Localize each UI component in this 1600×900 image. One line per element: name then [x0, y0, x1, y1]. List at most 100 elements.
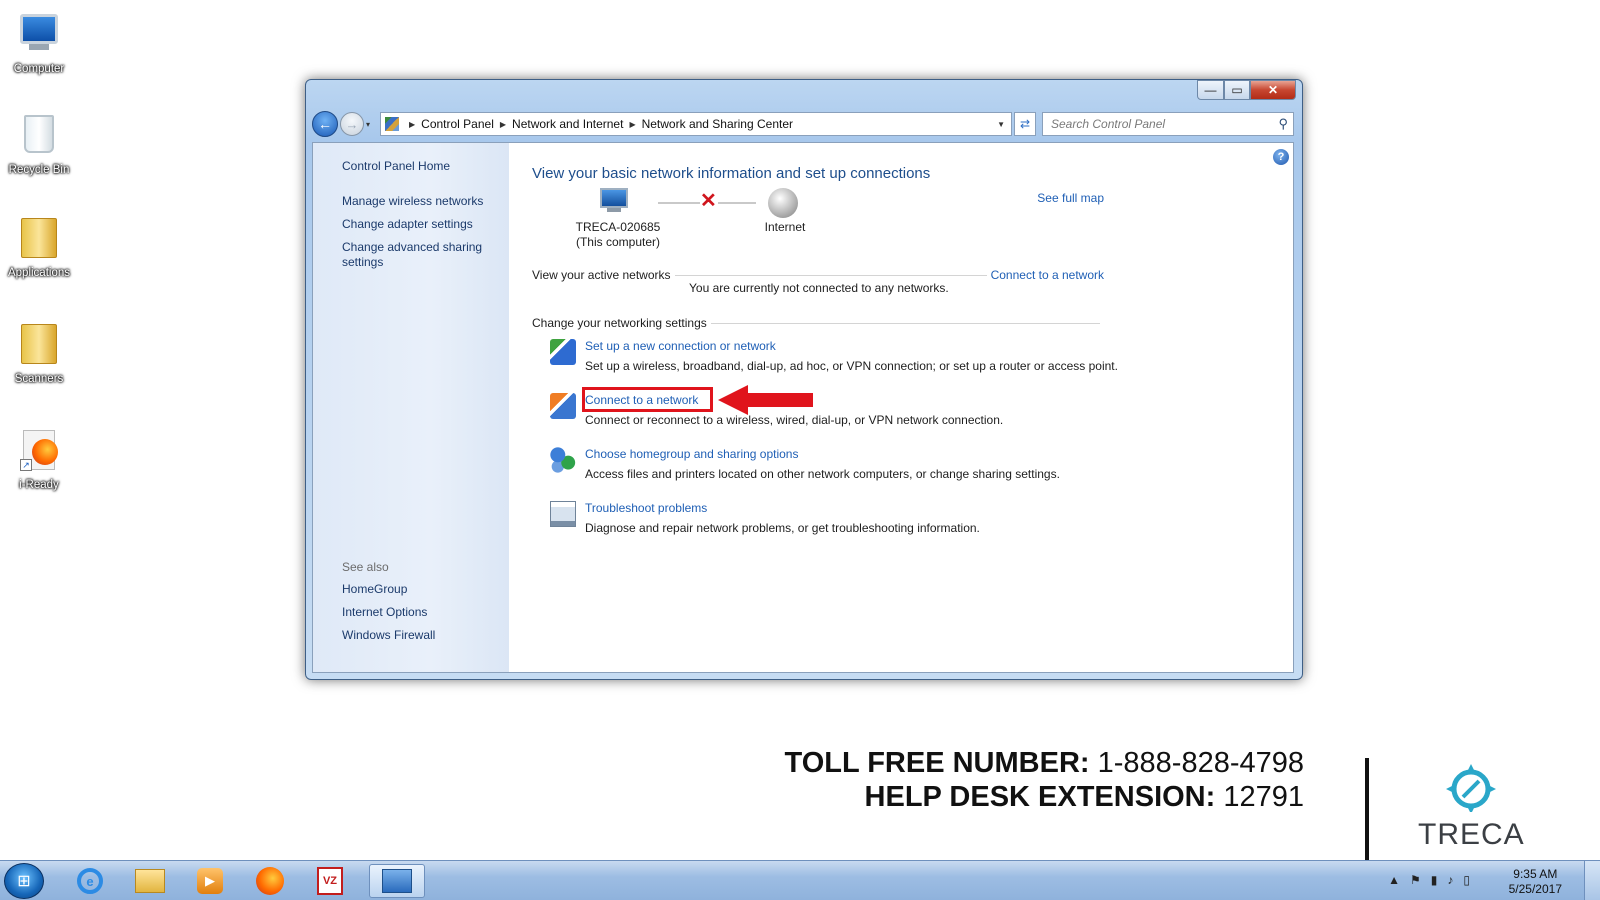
- connect-network-icon: [550, 393, 576, 419]
- homegroup-link[interactable]: Choose homegroup and sharing options: [585, 447, 798, 461]
- back-button[interactable]: ←: [312, 111, 338, 137]
- chevron-right-icon[interactable]: ▶: [409, 120, 415, 129]
- task-setup-connection: Set up a new connection or network Set u…: [550, 339, 1118, 377]
- content-pane: Control Panel Home Manage wireless netwo…: [312, 142, 1294, 673]
- connect-to-network-link[interactable]: Connect to a network: [991, 268, 1104, 282]
- sidebar-item-internet-options[interactable]: Internet Options: [342, 605, 435, 620]
- window-controls: — ▭ ✕: [1197, 80, 1296, 100]
- troubleshoot-link[interactable]: Troubleshoot problems: [585, 501, 707, 515]
- sidebar-item-homegroup[interactable]: HomeGroup: [342, 582, 435, 597]
- change-settings-section: Change your networking settings: [532, 316, 1104, 330]
- control-panel-icon: [382, 869, 412, 893]
- volume-icon[interactable]: ♪: [1447, 873, 1453, 887]
- search-icon[interactable]: ⚲: [1278, 116, 1288, 132]
- task-description: Connect or reconnect to a wireless, wire…: [585, 413, 1004, 427]
- toll-free-line: TOLL FREE NUMBER: 1-888-828-4798: [785, 746, 1305, 780]
- address-dropdown-icon[interactable]: ▼: [997, 120, 1005, 129]
- file-explorer-icon: [135, 869, 165, 893]
- divider: [710, 322, 1100, 324]
- breadcrumb-control-panel[interactable]: Control Panel: [421, 117, 494, 131]
- recent-pages-dropdown[interactable]: ▾: [366, 120, 378, 129]
- toll-free-label: TOLL FREE NUMBER:: [784, 747, 1090, 779]
- control-panel-icon: [385, 117, 399, 131]
- clock[interactable]: 9:35 AM 5/25/2017: [1509, 867, 1562, 897]
- red-arrow-annotation: [718, 385, 813, 415]
- chevron-right-icon[interactable]: ▶: [629, 120, 635, 129]
- disconnected-x-icon: ✕: [700, 190, 717, 212]
- help-desk-extension: 12791: [1223, 781, 1304, 813]
- address-bar[interactable]: ▶ Control Panel ▶ Network and Internet ▶…: [380, 112, 1012, 136]
- start-button[interactable]: ⊞: [4, 863, 44, 899]
- recycle-bin-icon: [17, 115, 61, 159]
- show-desktop-button[interactable]: [1584, 861, 1600, 900]
- folder-icon: [17, 324, 61, 368]
- taskbar-firefox[interactable]: [242, 864, 298, 898]
- active-networks-heading: View your active networks: [532, 268, 671, 282]
- close-button[interactable]: ✕: [1250, 80, 1296, 100]
- network-map: TRECA-020685 (This computer) ✕ Internet: [570, 188, 830, 254]
- highlight-box: [582, 387, 713, 412]
- toll-free-number: 1-888-828-4798: [1097, 747, 1304, 779]
- sidebar-item-manage-wireless[interactable]: Manage wireless networks: [342, 194, 502, 209]
- forward-button[interactable]: →: [340, 112, 364, 136]
- desktop-icon-computer[interactable]: Computer: [4, 10, 74, 76]
- taskbar-internet-explorer[interactable]: e: [62, 864, 118, 898]
- taskbar-control-panel[interactable]: [369, 864, 425, 898]
- app-icon: VZ: [317, 867, 343, 895]
- show-hidden-icons-icon[interactable]: ▲: [1388, 873, 1400, 887]
- sidebar-item-windows-firewall[interactable]: Windows Firewall: [342, 628, 435, 643]
- treca-compass-logo-icon: [1446, 764, 1496, 812]
- sidebar-item-control-panel-home[interactable]: Control Panel Home: [342, 159, 450, 174]
- taskbar-file-explorer[interactable]: [122, 864, 178, 898]
- homegroup-icon: [550, 447, 576, 473]
- computer-name: TRECA-020685: [575, 220, 661, 234]
- network-signal-icon[interactable]: ▮: [1431, 873, 1438, 887]
- help-desk-line: HELP DESK EXTENSION: 12791: [785, 780, 1304, 814]
- task-description: Set up a wireless, broadband, dial-up, a…: [585, 359, 1118, 373]
- sidebar-item-change-adapter[interactable]: Change adapter settings: [342, 217, 502, 232]
- treca-brand-text: TRECA: [1418, 818, 1525, 851]
- clock-time: 9:35 AM: [1513, 867, 1558, 881]
- sidebar-item-advanced-sharing[interactable]: Change advanced sharing settings: [342, 240, 502, 270]
- desktop-icon-recycle-bin[interactable]: Recycle Bin: [4, 113, 74, 177]
- minimize-button[interactable]: —: [1197, 80, 1224, 100]
- internet-label: Internet: [764, 220, 806, 234]
- desktop-icon-applications[interactable]: Applications: [4, 216, 74, 280]
- network-sharing-center-window: — ▭ ✕ ← → ▾ ▶ Control Panel ▶ Network an…: [305, 79, 1303, 680]
- firefox-shortcut-icon: ↗: [17, 430, 61, 474]
- refresh-button[interactable]: ⇄: [1014, 112, 1036, 136]
- maximize-button[interactable]: ▭: [1224, 80, 1250, 100]
- battery-icon[interactable]: ▯: [1463, 873, 1470, 887]
- desktop-icon-scanners[interactable]: Scanners: [4, 322, 74, 386]
- system-tray: ▲ ⚑ ▮ ♪ ▯: [1388, 873, 1470, 887]
- see-full-map-link[interactable]: See full map: [1037, 191, 1104, 205]
- folder-icon: [17, 218, 61, 262]
- taskbar-media-player[interactable]: ▶: [182, 864, 238, 898]
- connection-line: [658, 202, 700, 204]
- chevron-right-icon[interactable]: ▶: [500, 120, 506, 129]
- desktop-icon-label: Scanners: [14, 373, 64, 385]
- desktop-icon-label: Applications: [7, 267, 70, 279]
- see-also-list: HomeGroup Internet Options Windows Firew…: [342, 582, 435, 651]
- taskbar-app[interactable]: VZ: [302, 864, 358, 898]
- divider: [1365, 758, 1369, 860]
- task-description: Diagnose and repair network problems, or…: [585, 521, 980, 535]
- desktop-icon-i-ready[interactable]: ↗ i-Ready: [4, 428, 74, 492]
- help-icon[interactable]: ?: [1273, 149, 1289, 165]
- firefox-icon: [256, 867, 284, 895]
- setup-connection-link[interactable]: Set up a new connection or network: [585, 339, 776, 353]
- internet-globe-icon: [768, 188, 798, 218]
- not-connected-message: You are currently not connected to any n…: [689, 281, 949, 295]
- desktop-icon-label: Computer: [13, 63, 65, 75]
- desktop-icon-label: i-Ready: [19, 479, 59, 491]
- sidebar: Control Panel Home Manage wireless netwo…: [313, 143, 509, 672]
- action-center-flag-icon[interactable]: ⚑: [1410, 873, 1421, 887]
- divider: [674, 274, 987, 276]
- breadcrumb-network-and-internet[interactable]: Network and Internet: [512, 117, 623, 131]
- internet-explorer-icon: e: [77, 868, 103, 894]
- help-desk-label: HELP DESK EXTENSION:: [864, 781, 1216, 813]
- breadcrumb-network-sharing-center[interactable]: Network and Sharing Center: [642, 117, 793, 131]
- search-input[interactable]: Search Control Panel ⚲: [1042, 112, 1294, 136]
- media-player-icon: ▶: [197, 868, 223, 894]
- desktop-icon-label: Recycle Bin: [8, 164, 70, 176]
